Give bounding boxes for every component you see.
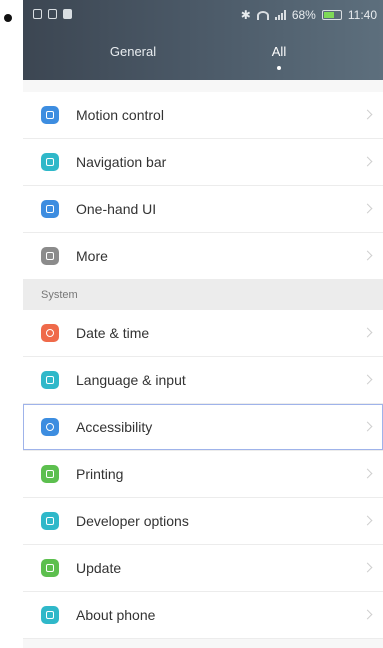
navigation-icon xyxy=(41,153,59,171)
bluetooth-icon: ✱ xyxy=(240,8,251,22)
clock-icon xyxy=(41,324,59,342)
message-notification-icon xyxy=(63,9,72,19)
one-hand-icon xyxy=(41,200,59,218)
chevron-right-icon xyxy=(362,374,373,385)
settings-item-label: Motion control xyxy=(76,107,164,123)
chevron-right-icon xyxy=(362,609,373,620)
chevron-right-icon xyxy=(362,327,373,338)
settings-item-more[interactable]: More xyxy=(23,233,383,280)
settings-item-label: Navigation bar xyxy=(76,154,167,170)
notification-icon xyxy=(33,9,42,19)
settings-item-label: Language & input xyxy=(76,372,186,388)
settings-item-navigation-bar[interactable]: Navigation bar xyxy=(23,139,383,186)
settings-item-label: Developer options xyxy=(76,513,189,529)
settings-item-label: Printing xyxy=(76,466,124,482)
chevron-right-icon xyxy=(362,109,373,120)
active-tab-indicator xyxy=(277,66,281,70)
chevron-right-icon xyxy=(362,515,373,526)
settings-item-label: About phone xyxy=(76,607,156,623)
settings-item-motion-control[interactable]: Motion control xyxy=(23,92,383,139)
more-icon xyxy=(41,247,59,265)
header: ✱ 68% 11:40 General All xyxy=(23,0,383,80)
developer-icon xyxy=(41,512,59,530)
settings-list: Motion control Navigation bar One-hand UI M… xyxy=(23,92,383,639)
battery-percent: 68% xyxy=(291,8,316,22)
settings-item-update[interactable]: Update xyxy=(23,545,383,592)
chevron-right-icon xyxy=(362,250,373,261)
keyboard-icon xyxy=(41,371,59,389)
signal-icon xyxy=(274,10,286,20)
accessibility-icon xyxy=(41,418,59,436)
settings-item-language-input[interactable]: Language & input xyxy=(23,357,383,404)
gallery-notification-icon xyxy=(48,9,57,19)
settings-item-date-time[interactable]: Date & time xyxy=(23,310,383,357)
chevron-right-icon xyxy=(362,562,373,573)
hand-icon xyxy=(41,106,59,124)
tab-general[interactable]: General xyxy=(93,44,173,59)
tab-all[interactable]: All xyxy=(259,44,299,59)
settings-item-developer-options[interactable]: Developer options xyxy=(23,498,383,545)
settings-item-printing[interactable]: Printing xyxy=(23,451,383,498)
chevron-right-icon xyxy=(362,468,373,479)
battery-icon xyxy=(321,10,342,20)
update-icon xyxy=(41,559,59,577)
chevron-right-icon xyxy=(362,421,373,432)
settings-item-accessibility[interactable]: Accessibility xyxy=(23,404,383,451)
system-items: Date & time Language & input Accessibility… xyxy=(23,310,383,639)
page-bullet xyxy=(4,14,12,22)
phone-screen: ✱ 68% 11:40 General All Motion control Na… xyxy=(23,0,383,648)
status-time: 11:40 xyxy=(347,8,377,22)
general-items: Motion control Navigation bar One-hand UI M… xyxy=(23,92,383,280)
wifi-icon xyxy=(256,10,269,20)
chevron-right-icon xyxy=(362,156,373,167)
settings-item-label: Accessibility xyxy=(76,419,153,435)
phone-icon xyxy=(41,606,59,624)
printer-icon xyxy=(41,465,59,483)
settings-item-label: Date & time xyxy=(76,325,150,341)
section-header-system: System xyxy=(23,280,383,310)
settings-item-label: Update xyxy=(76,560,122,576)
status-bar: ✱ 68% 11:40 xyxy=(23,0,383,30)
tab-bar: General All xyxy=(23,44,383,72)
settings-item-one-hand-ui[interactable]: One-hand UI xyxy=(23,186,383,233)
settings-item-label: More xyxy=(76,248,108,264)
settings-item-label: One-hand UI xyxy=(76,201,157,217)
chevron-right-icon xyxy=(362,203,373,214)
settings-item-about-phone[interactable]: About phone xyxy=(23,592,383,639)
